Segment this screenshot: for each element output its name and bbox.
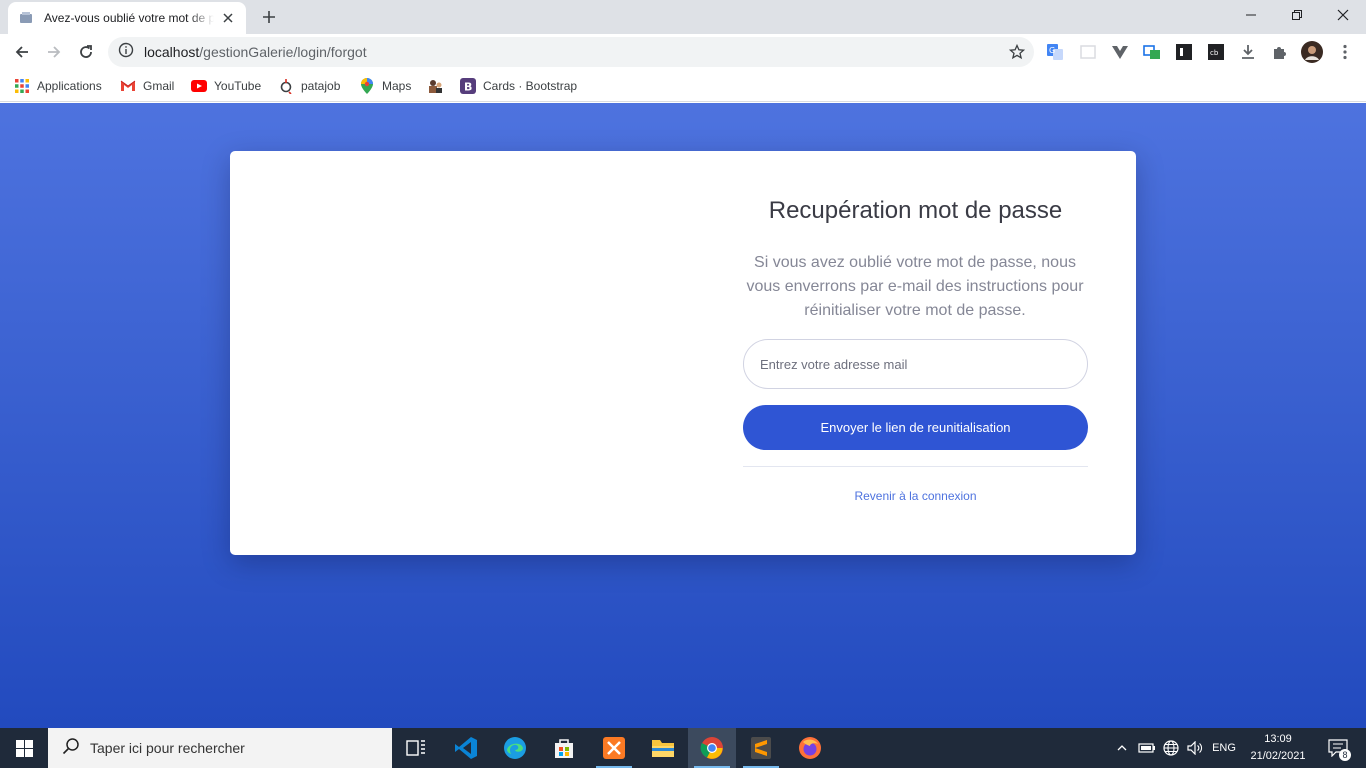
- json-extension-icon[interactable]: [1175, 43, 1193, 61]
- notification-count-badge: 8: [1339, 749, 1351, 761]
- network-globe-icon[interactable]: [1160, 728, 1182, 768]
- back-to-login-link[interactable]: Revenir à la connexion: [743, 489, 1088, 503]
- volume-icon[interactable]: [1184, 728, 1206, 768]
- show-hidden-icons-button[interactable]: [1112, 728, 1132, 768]
- task-view-icon: [406, 740, 425, 756]
- gmail-icon: [120, 78, 136, 94]
- url-host: localhost: [144, 44, 200, 60]
- bookmark-patajob[interactable]: patajob: [278, 76, 340, 96]
- svg-text:G: G: [1049, 46, 1055, 55]
- page-background: Recupération mot de passe Si vous avez o…: [0, 103, 1366, 728]
- screen-capture-extension-icon[interactable]: [1143, 43, 1161, 61]
- back-button[interactable]: [8, 38, 36, 66]
- browser-tab[interactable]: Avez-vous oublié votre mot de passe ?: [8, 2, 246, 34]
- windows-taskbar: Taper ici pour rechercher ENG 13:09 21/0: [0, 728, 1366, 768]
- site-info-icon[interactable]: [118, 42, 134, 63]
- vscode-icon: [455, 737, 477, 759]
- cb-extension-icon[interactable]: cb: [1207, 43, 1225, 61]
- language-indicator[interactable]: ENG: [1208, 728, 1240, 768]
- bookmark-label: YouTube: [214, 79, 262, 93]
- address-bar[interactable]: localhost/gestionGalerie/login/forgot: [108, 37, 1034, 67]
- youtube-icon: [191, 78, 207, 94]
- bookmark-label: patajob: [301, 79, 341, 93]
- bookmark-youtube[interactable]: YouTube: [191, 76, 261, 96]
- chevron-up-icon: [1117, 745, 1127, 751]
- bookmark-cards-bootstrap[interactable]: B Cards · Bootstrap: [460, 76, 577, 96]
- bookmarks-bar: Applications Gmail YouTube patajob Maps …: [0, 70, 1366, 102]
- browser-toolbar: localhost/gestionGalerie/login/forgot G …: [0, 34, 1366, 70]
- sublime-text-taskbar-app[interactable]: [737, 728, 785, 768]
- folder-icon: [652, 740, 674, 757]
- taskbar-search-box[interactable]: Taper ici pour rechercher: [48, 728, 392, 768]
- bookmark-label: Applications: [37, 79, 102, 93]
- bookmark-label: Gmail: [143, 79, 175, 93]
- forgot-password-card: Recupération mot de passe Si vous avez o…: [230, 151, 1136, 555]
- patajob-icon: [278, 78, 294, 94]
- bookmark-gmail[interactable]: Gmail: [120, 76, 174, 96]
- email-field[interactable]: [743, 339, 1088, 389]
- maps-icon: [359, 78, 375, 94]
- browser-menu-icon[interactable]: [1336, 43, 1354, 61]
- bookmark-maps[interactable]: Maps: [359, 76, 411, 96]
- url-path: /gestionGalerie/login/forgot: [199, 44, 367, 60]
- restore-button[interactable]: [1274, 0, 1320, 30]
- translate-extension-icon[interactable]: G: [1046, 43, 1064, 61]
- bookmark-unnamed[interactable]: [427, 76, 450, 96]
- store-bag-icon: [555, 739, 573, 758]
- bookmark-star-icon[interactable]: [1008, 43, 1026, 61]
- tab-close-icon[interactable]: [220, 10, 236, 26]
- instructions-text: Si vous avez oublié votre mot de passe, …: [746, 254, 1084, 319]
- download-icon[interactable]: [1239, 43, 1257, 61]
- profile-avatar[interactable]: [1301, 41, 1323, 63]
- minimize-button[interactable]: [1228, 0, 1274, 30]
- tab-title: Avez-vous oublié votre mot de passe ?: [44, 11, 214, 25]
- url-text: localhost/gestionGalerie/login/forgot: [144, 44, 367, 60]
- taskbar-clock[interactable]: 13:09 21/02/2021: [1242, 731, 1314, 765]
- extension-placeholder-icon[interactable]: [1079, 43, 1097, 61]
- sublime-text-icon: [751, 737, 771, 759]
- svg-text:cb: cb: [1210, 49, 1219, 57]
- edge-taskbar-app[interactable]: [491, 728, 539, 768]
- xampp-icon: [603, 737, 625, 759]
- bootstrap-icon: B: [460, 78, 476, 94]
- vscode-taskbar-app[interactable]: [442, 728, 490, 768]
- bookmark-label: Cards · Bootstrap: [483, 79, 578, 93]
- xampp-taskbar-app[interactable]: [590, 728, 638, 768]
- close-window-button[interactable]: [1320, 0, 1366, 30]
- divider: [743, 466, 1088, 467]
- edge-icon: [504, 737, 526, 759]
- send-reset-link-button[interactable]: Envoyer le lien de reunitialisation: [743, 405, 1088, 450]
- windows-logo-icon: [15, 739, 33, 757]
- action-center-button[interactable]: 8: [1318, 728, 1358, 768]
- browser-tab-strip: Avez-vous oublié votre mot de passe ?: [0, 0, 1366, 34]
- reload-button[interactable]: [72, 38, 100, 66]
- bookmark-label: Maps: [382, 79, 412, 93]
- file-explorer-taskbar-app[interactable]: [639, 728, 687, 768]
- new-tab-button[interactable]: [258, 6, 280, 28]
- chrome-icon: [700, 737, 723, 759]
- search-placeholder: Taper ici pour rechercher: [90, 740, 245, 756]
- apps-grid-icon: [14, 78, 30, 94]
- clock-time: 13:09: [1264, 733, 1292, 745]
- page-title: Recupération mot de passe: [768, 197, 1063, 224]
- bookmark-applications[interactable]: Applications: [14, 76, 102, 96]
- chrome-taskbar-app[interactable]: [688, 728, 736, 768]
- search-icon: [62, 737, 80, 760]
- forward-button[interactable]: [40, 38, 68, 66]
- extensions-puzzle-icon[interactable]: [1271, 43, 1289, 61]
- bookmark-image-icon: [427, 78, 443, 94]
- page-favicon-icon: [18, 10, 34, 26]
- task-view-button[interactable]: [392, 728, 440, 768]
- firefox-taskbar-app[interactable]: [786, 728, 834, 768]
- battery-icon[interactable]: [1136, 728, 1158, 768]
- start-button[interactable]: [0, 728, 48, 768]
- firefox-icon: [799, 737, 821, 759]
- vuejs-devtools-icon[interactable]: [1111, 43, 1129, 61]
- svg-text:B: B: [464, 81, 472, 94]
- clock-date: 21/02/2021: [1250, 750, 1306, 762]
- store-taskbar-app[interactable]: [540, 728, 588, 768]
